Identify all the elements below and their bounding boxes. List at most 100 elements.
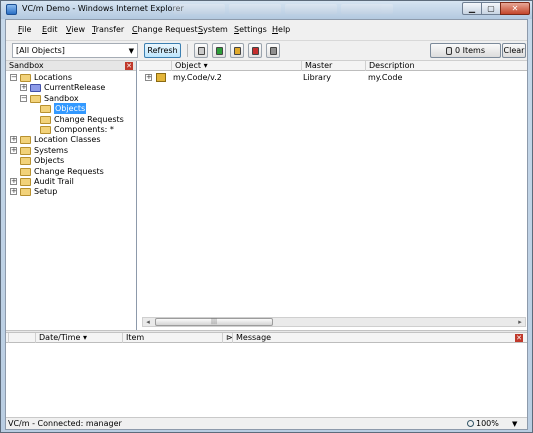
- folder-icon: [20, 188, 31, 197]
- tree-item[interactable]: + CurrentRelease: [20, 82, 140, 93]
- folder-icon: [40, 126, 51, 134]
- message-header: Date/Time ▾ Item ⊳ Message ✕: [6, 333, 527, 343]
- tree-item-label: Systems: [34, 145, 68, 155]
- scope-value: [All Objects]: [16, 46, 65, 55]
- tree-item-label: CurrentRelease: [44, 83, 106, 93]
- menu-view[interactable]: View: [66, 25, 85, 34]
- pane-header: Sandbox ✕: [6, 61, 136, 71]
- horizontal-scrollbar[interactable]: ◂ ||| ▸: [142, 317, 526, 327]
- close-button[interactable]: ✕: [500, 2, 530, 15]
- folder-icon: [20, 146, 31, 155]
- folder-icon: [40, 105, 51, 114]
- tree-item[interactable]: + Location Classes: [10, 134, 130, 145]
- menu-edit[interactable]: Edit: [42, 25, 58, 34]
- object-gold-button[interactable]: [230, 43, 244, 58]
- tree-item[interactable]: Change Requests: [30, 114, 150, 125]
- object-red-icon: [252, 47, 259, 55]
- tree-item[interactable]: Components: *: [30, 124, 150, 135]
- tree-item-label: Change Requests: [34, 166, 104, 176]
- menu-file[interactable]: File: [18, 25, 31, 34]
- tree-item-label: Objects: [54, 103, 87, 115]
- folder-icon: [20, 136, 31, 145]
- menu-transfer[interactable]: Transfer: [92, 25, 124, 34]
- object-red-button[interactable]: [248, 43, 262, 58]
- folder-icon: [20, 74, 31, 82]
- tree-item[interactable]: + Setup: [10, 186, 130, 197]
- items-button[interactable]: 0 Items: [430, 43, 501, 58]
- object-cube-icon: [156, 73, 166, 82]
- expand-icon[interactable]: +: [10, 136, 17, 144]
- folder-icon: [30, 94, 41, 103]
- object-wire-button[interactable]: [194, 43, 208, 58]
- tree-item-label: Audit Trail: [34, 177, 74, 186]
- magnifier-icon: [467, 420, 474, 427]
- object-green-button[interactable]: [212, 43, 226, 58]
- master-cell: Library: [303, 73, 331, 82]
- menu-help[interactable]: Help: [272, 25, 290, 34]
- tree-item[interactable]: Change Requests: [10, 166, 130, 177]
- refresh-button[interactable]: Refresh: [144, 43, 181, 58]
- expand-icon[interactable]: +: [145, 74, 152, 81]
- menu-change-request[interactable]: Change Request: [132, 25, 198, 34]
- folder-icon: [20, 157, 31, 166]
- scroll-right-icon[interactable]: ▸: [515, 318, 525, 326]
- toolbar: [All Objects] ▼ Refresh 0 Items Clear: [6, 41, 527, 61]
- expand-icon[interactable]: +: [10, 178, 17, 185]
- tree-item[interactable]: + Audit Trail: [10, 176, 130, 187]
- browser-window: VC/m Demo - Windows Internet Explorer ▁ …: [0, 0, 533, 433]
- folder-icon: [20, 178, 31, 186]
- message-pane: Date/Time ▾ Item ⊳ Message ✕: [6, 333, 527, 417]
- toolbar-separator: [187, 44, 188, 57]
- column-flag[interactable]: ⊳: [222, 333, 233, 343]
- minimize-button[interactable]: ▁: [462, 2, 482, 15]
- grid-header: Object ▾ Master Description: [139, 61, 527, 71]
- expand-icon[interactable]: +: [20, 84, 27, 92]
- table-row[interactable]: + my.Code/v.2 Library my.Code: [139, 72, 527, 83]
- menu-settings[interactable]: Settings: [234, 25, 267, 34]
- scroll-left-icon[interactable]: ◂: [143, 318, 153, 326]
- column-master[interactable]: Master: [301, 61, 365, 71]
- object-gray-button[interactable]: [266, 43, 280, 58]
- description-cell: my.Code: [368, 73, 403, 82]
- status-bar: VC/m - Connected: manager 100% ▼: [6, 417, 527, 429]
- tree-item[interactable]: Objects: [30, 103, 150, 115]
- column-status[interactable]: [8, 333, 35, 343]
- menu-bar: File Edit View Transfer Change Request S…: [6, 20, 527, 41]
- ie-icon: [6, 4, 17, 15]
- clear-button[interactable]: Clear: [502, 43, 526, 58]
- close-icon[interactable]: ✕: [515, 334, 523, 342]
- pane-title: Sandbox: [9, 61, 44, 70]
- chevron-down-icon[interactable]: ▼: [512, 420, 517, 428]
- column-message[interactable]: Message: [232, 333, 502, 343]
- tree-item[interactable]: − Locations: [10, 72, 130, 83]
- column-description[interactable]: Description: [365, 61, 527, 71]
- items-count: 0 Items: [454, 46, 485, 55]
- object-gray-icon: [270, 47, 277, 55]
- tree-item-label: Components: *: [54, 125, 114, 134]
- collapse-icon[interactable]: −: [20, 94, 27, 102]
- column-object[interactable]: Object ▾: [171, 61, 299, 71]
- scroll-thumb[interactable]: |||: [155, 318, 273, 326]
- scope-select[interactable]: [All Objects] ▼: [12, 43, 138, 58]
- zoom-level[interactable]: 100%: [467, 419, 499, 428]
- sort-desc-icon: ▾: [201, 61, 208, 70]
- column-item[interactable]: Item: [122, 333, 222, 343]
- maximize-button[interactable]: ▢: [481, 2, 501, 15]
- tree-item[interactable]: − Sandbox: [20, 93, 140, 104]
- expand-icon[interactable]: +: [10, 146, 17, 154]
- navigation-pane: Sandbox ✕ − Locations + CurrentRelease − Sand…: [6, 61, 137, 330]
- folder-icon: [20, 167, 31, 176]
- tree-item-label: Locations: [34, 73, 73, 82]
- column-datetime[interactable]: Date/Time ▾: [35, 333, 122, 343]
- tree-item[interactable]: Objects: [10, 155, 130, 166]
- tree-item-label: Sandbox: [44, 93, 79, 103]
- sort-desc-icon: ▾: [80, 333, 87, 342]
- tree-item[interactable]: + Systems: [10, 145, 130, 156]
- folder-icon: [40, 115, 51, 124]
- connection-status: VC/m - Connected: manager: [8, 419, 122, 428]
- object-grid: Object ▾ Master Description + my.Code/v.…: [139, 61, 527, 330]
- collapse-icon[interactable]: −: [10, 74, 17, 81]
- expand-icon[interactable]: +: [10, 188, 17, 196]
- menu-system[interactable]: System: [198, 25, 228, 34]
- close-icon[interactable]: ✕: [125, 62, 133, 70]
